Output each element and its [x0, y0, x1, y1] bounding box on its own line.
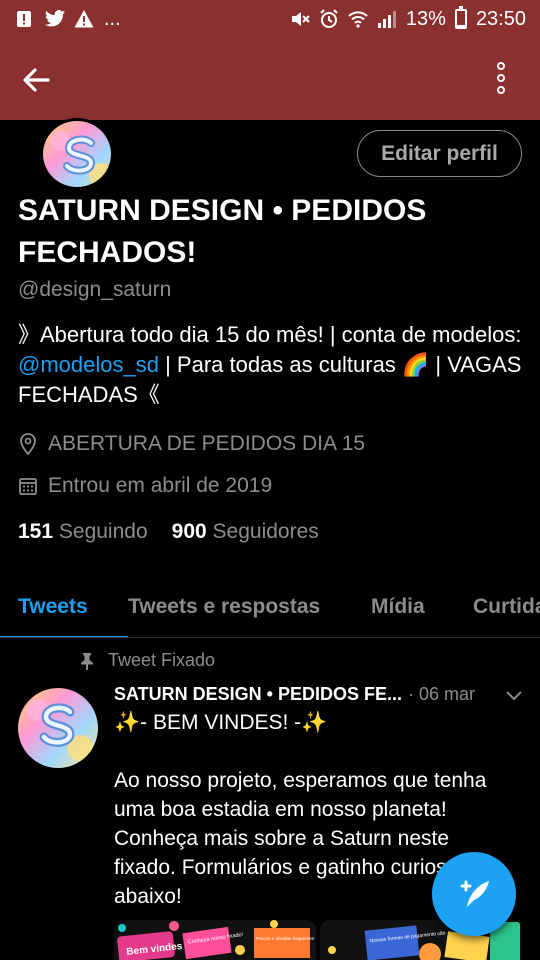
tweet-header: SATURN DESIGN • PEDIDOS FE... · 06 mar [114, 684, 524, 705]
follow-counts: 151 Seguindo 900 Seguidores [18, 520, 319, 544]
media-label-precos: Preços e dúvidas frequentes [256, 936, 315, 941]
following-label: Seguindo [58, 520, 148, 543]
saturn-logo-icon [43, 121, 111, 187]
pin-icon [81, 652, 93, 670]
tab-tweets[interactable]: Tweets [0, 576, 128, 637]
signal-icon [377, 9, 397, 29]
back-button[interactable] [18, 62, 54, 98]
more-vertical-icon [497, 62, 505, 70]
tab-tweets-and-replies[interactable]: Tweets e respostas [128, 576, 352, 637]
arrow-left-icon [23, 68, 50, 92]
more-options-button[interactable] [486, 60, 516, 96]
following-count: 151 [18, 520, 54, 543]
wifi-icon [348, 9, 368, 29]
tab-media[interactable]: Mídia [371, 576, 454, 637]
media-thumbnail: Bem vindes Conheça nosso fixado! Preços … [114, 920, 316, 960]
chevron-down-icon[interactable] [504, 685, 524, 705]
status-bar: ... 13% 23:50 [0, 0, 540, 38]
profile-joined-date: Entrou em abril de 2019 [18, 474, 272, 498]
tweet-date: · 06 mar [408, 684, 476, 704]
profile-location: ABERTURA DE PEDIDOS DIA 15 [18, 432, 365, 456]
app-bar [0, 38, 540, 120]
tab-likes[interactable]: Curtidas [473, 576, 540, 637]
following-link[interactable]: 151 Seguindo [18, 520, 148, 544]
edit-profile-button[interactable]: Editar perfil [357, 130, 522, 177]
location-text: ABERTURA DE PEDIDOS DIA 15 [48, 432, 366, 455]
mute-icon [290, 9, 310, 29]
followers-count: 900 [171, 520, 207, 543]
profile-handle: @design_saturn [18, 278, 172, 301]
tweet-avatar[interactable] [18, 688, 98, 768]
twitter-icon [44, 9, 66, 29]
status-overflow: ... [104, 7, 121, 30]
pinned-tweet-indicator: Tweet Fixado [80, 650, 215, 671]
alarm-icon [319, 9, 339, 29]
followers-label: Seguidores [212, 520, 319, 543]
tweet-author-name[interactable]: SATURN DESIGN • PEDIDOS FE... [114, 684, 402, 705]
battery-fill [456, 24, 465, 27]
clock: 23:50 [475, 7, 526, 30]
location-pin-icon [20, 433, 36, 455]
compose-tweet-button[interactable] [432, 852, 516, 936]
bio-text-start: 》Abertura todo dia 15 do mês! | conta de… [18, 322, 522, 347]
profile-avatar[interactable] [40, 118, 114, 190]
warning-icon [74, 9, 94, 29]
battery-icon [454, 6, 467, 29]
joined-text: Entrou em abril de 2019 [48, 474, 273, 497]
calendar-icon [19, 478, 37, 495]
profile-bio: 》Abertura todo dia 15 do mês! | conta de… [18, 320, 528, 410]
compose-feather-icon [460, 880, 489, 907]
saturn-logo-icon [18, 688, 98, 768]
profile-display-name: SATURN DESIGN • PEDIDOS FECHADOS! [18, 194, 427, 269]
profile-tabs: Tweets Tweets e respostas Mídia Curtidas [0, 576, 540, 638]
bio-mention-link[interactable]: @modelos_sd [18, 352, 159, 377]
pinned-label: Tweet Fixado [108, 650, 216, 670]
tweet-media-image[interactable]: Bem vindes Conheça nosso fixado! Preços … [114, 920, 316, 960]
followers-link[interactable]: 900 Seguidores [172, 520, 319, 544]
alert-icon [14, 9, 34, 29]
battery-percent: 13% [405, 7, 446, 30]
